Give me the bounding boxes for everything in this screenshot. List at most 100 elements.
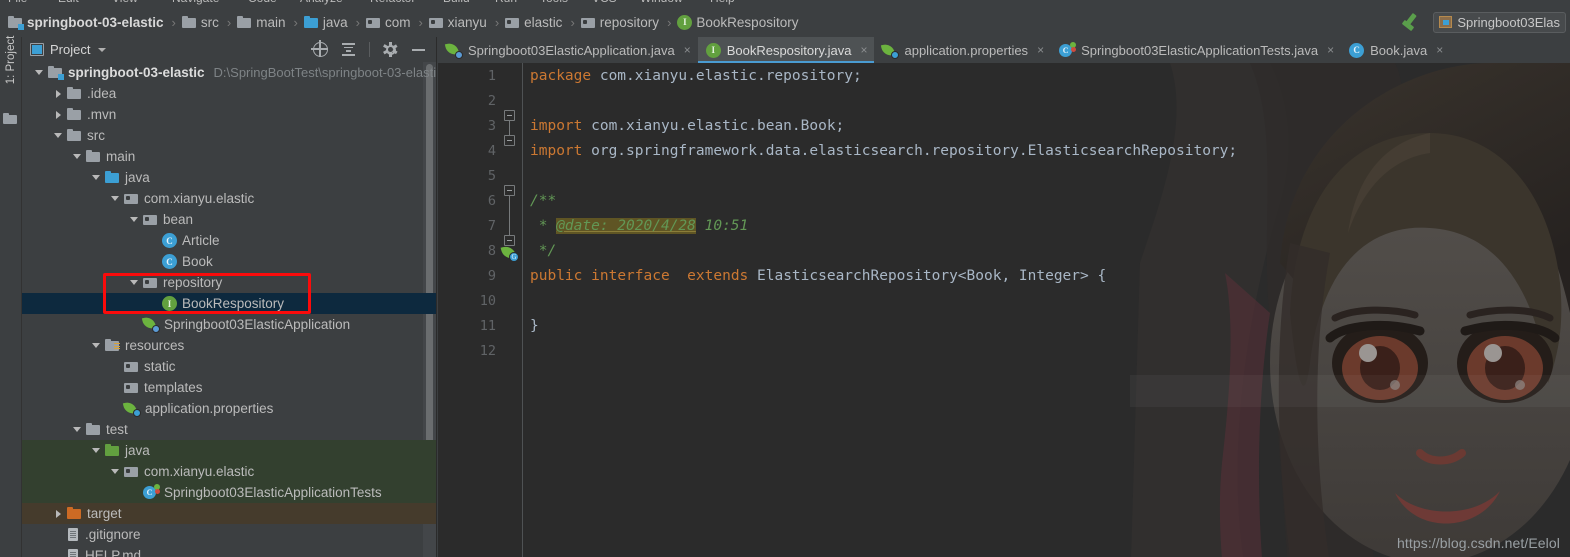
hide-icon[interactable]	[411, 42, 426, 57]
collapse-all-icon[interactable]	[341, 42, 356, 57]
tree-item-java[interactable]: java	[22, 167, 436, 188]
tree-item-help-md[interactable]: HELP.md	[22, 545, 436, 557]
chevron-down-icon[interactable]	[53, 130, 64, 141]
chevron-down-icon[interactable]	[129, 214, 140, 225]
tree-item-static[interactable]: static	[22, 356, 436, 377]
test-class-icon: C	[1059, 41, 1077, 58]
breadcrumb-item-java[interactable]: java	[302, 11, 350, 33]
tree-item-label: Article	[182, 233, 220, 248]
editor-tab-application-properties[interactable]: application.properties ×	[874, 37, 1052, 63]
editor-tab-label: Springboot03ElasticApplication.java	[468, 42, 675, 58]
chevron-right-icon[interactable]	[53, 109, 64, 120]
menu-item-build[interactable]: Build	[443, 0, 470, 5]
fold-marker-line4[interactable]	[504, 135, 515, 146]
gear-icon[interactable]	[383, 42, 398, 57]
menu-item-view[interactable]: View	[112, 0, 138, 5]
menu-item-tools[interactable]: Tools	[540, 0, 568, 5]
chevron-down-icon[interactable]	[91, 340, 102, 351]
chevron-down-icon[interactable]	[110, 193, 121, 204]
folder-icon	[237, 15, 252, 30]
tree-item-repository[interactable]: repository	[22, 272, 436, 293]
code-line-7: * @date: 2020/4/28 10:51	[530, 218, 748, 234]
close-icon[interactable]: ×	[860, 43, 867, 57]
tree-item-java[interactable]: java	[22, 440, 436, 461]
menu-item-window[interactable]: Window	[640, 0, 683, 5]
menu-item-file[interactable]: File	[8, 0, 27, 5]
tree-item-springboot03elasticapplicationtests[interactable]: C Springboot03ElasticApplicationTests	[22, 482, 436, 503]
chevron-down-icon[interactable]	[72, 424, 83, 435]
chevron-right-icon[interactable]	[53, 88, 64, 99]
editor-tab-bookrespository-java[interactable]: I BookRespository.java ×	[697, 37, 875, 63]
code-line-11: }	[530, 318, 539, 334]
breadcrumb-item-elastic[interactable]: elastic	[503, 11, 564, 33]
spring-bean-gutter-icon[interactable]: G	[500, 244, 519, 262]
tree-item-book[interactable]: C Book	[22, 251, 436, 272]
fold-marker-line6[interactable]	[504, 185, 515, 196]
close-icon[interactable]: ×	[1327, 43, 1334, 57]
breadcrumb-item-main[interactable]: main	[235, 11, 287, 33]
menu-item-analyze[interactable]: Analyze	[300, 0, 343, 5]
tree-item-test[interactable]: test	[22, 419, 436, 440]
spring-properties-icon	[122, 400, 141, 417]
run-configuration-selector[interactable]: Springboot03Elas	[1433, 11, 1566, 33]
fold-marker-line8[interactable]	[504, 235, 515, 246]
tool-window-tab-project[interactable]: 1: Project	[0, 36, 22, 105]
build-hammer-icon[interactable]	[1399, 11, 1423, 33]
chevron-down-icon[interactable]	[72, 151, 83, 162]
menu-item-navigate[interactable]: Navigate	[172, 0, 219, 5]
tree-item-bean[interactable]: bean	[22, 209, 436, 230]
tree-item-springboot03elasticapplication[interactable]: Springboot03ElasticApplication	[22, 314, 436, 335]
tree-item-main[interactable]: main	[22, 146, 436, 167]
code-line-4: import org.springframework.data.elastics…	[530, 143, 1237, 159]
chevron-down-icon[interactable]	[34, 67, 45, 78]
close-icon[interactable]: ×	[1436, 43, 1443, 57]
menu-item-vcs[interactable]: VCS	[592, 0, 617, 5]
editor-tab-label: application.properties	[904, 42, 1029, 58]
tree-item--mvn[interactable]: .mvn	[22, 104, 436, 125]
breadcrumb-item-springboot-03-elastic[interactable]: springboot-03-elastic	[6, 11, 166, 33]
menu-item-help[interactable]: Help	[710, 0, 735, 5]
editor-gutter[interactable]: 1 2 3 4 5 6 7 8 9 10 11 12	[438, 63, 504, 557]
tree-item-com-xianyu-elastic[interactable]: com.xianyu.elastic	[22, 461, 436, 482]
close-icon[interactable]: ×	[1037, 43, 1044, 57]
close-icon[interactable]: ×	[684, 43, 691, 57]
breadcrumb-item-com[interactable]: com	[364, 11, 413, 33]
breadcrumb-item-xianyu[interactable]: xianyu	[427, 11, 489, 33]
menu-item-code[interactable]: Code	[248, 0, 277, 5]
chevron-down-icon[interactable]	[91, 445, 102, 456]
breadcrumb-item-repository[interactable]: repository	[579, 11, 661, 33]
locate-in-tree-icon[interactable]	[311, 40, 328, 57]
tree-item-article[interactable]: C Article	[22, 230, 436, 251]
tree-item--idea[interactable]: .idea	[22, 83, 436, 104]
editor-tab-springboot03elasticapplicationtests-java[interactable]: C Springboot03ElasticApplicationTests.jav…	[1051, 37, 1342, 63]
menu-item-edit[interactable]: Edit	[58, 0, 79, 5]
tree-item-springboot-03-elastic[interactable]: springboot-03-elastic D:\SpringBootTest\s…	[22, 62, 436, 83]
chevron-down-icon[interactable]	[91, 172, 102, 183]
tree-item-resources[interactable]: resources	[22, 335, 436, 356]
tree-item-target[interactable]: target	[22, 503, 436, 524]
code-editor[interactable]: 1 2 3 4 5 6 7 8 9 10 11 12 G package com.xianyu.ela…	[438, 63, 1570, 557]
tree-item--gitignore[interactable]: .gitignore	[22, 524, 436, 545]
chevron-down-icon[interactable]	[129, 277, 140, 288]
tree-item-com-xianyu-elastic[interactable]: com.xianyu.elastic	[22, 188, 436, 209]
package-icon	[124, 464, 139, 479]
breadcrumb-separator: ›	[494, 14, 500, 30]
tree-item-application-properties[interactable]: application.properties	[22, 398, 436, 419]
fold-marker-line3[interactable]	[504, 110, 515, 121]
breadcrumb-separator: ›	[570, 14, 575, 30]
chevron-down-icon[interactable]	[98, 47, 107, 52]
menu-item-run[interactable]: Run	[495, 0, 517, 5]
chevron-down-icon[interactable]	[110, 466, 121, 477]
chevron-right-icon[interactable]	[53, 508, 64, 519]
menu-item-refactor[interactable]: Refactor	[370, 0, 415, 5]
tree-item-src[interactable]: src	[22, 125, 436, 146]
tree-item-bookrespository[interactable]: I BookRespository	[22, 293, 436, 314]
breadcrumb-item-bookrespository[interactable]: I BookRespository	[675, 11, 800, 33]
tree-item-templates[interactable]: templates	[22, 377, 436, 398]
editor-tab-springboot03elasticapplication-java[interactable]: Springboot03ElasticApplication.java ×	[438, 37, 698, 63]
editor-tab-book-java[interactable]: C Book.java ×	[1341, 37, 1451, 63]
breadcrumb-item-src[interactable]: src	[180, 11, 221, 33]
line-number: 4	[487, 143, 496, 159]
